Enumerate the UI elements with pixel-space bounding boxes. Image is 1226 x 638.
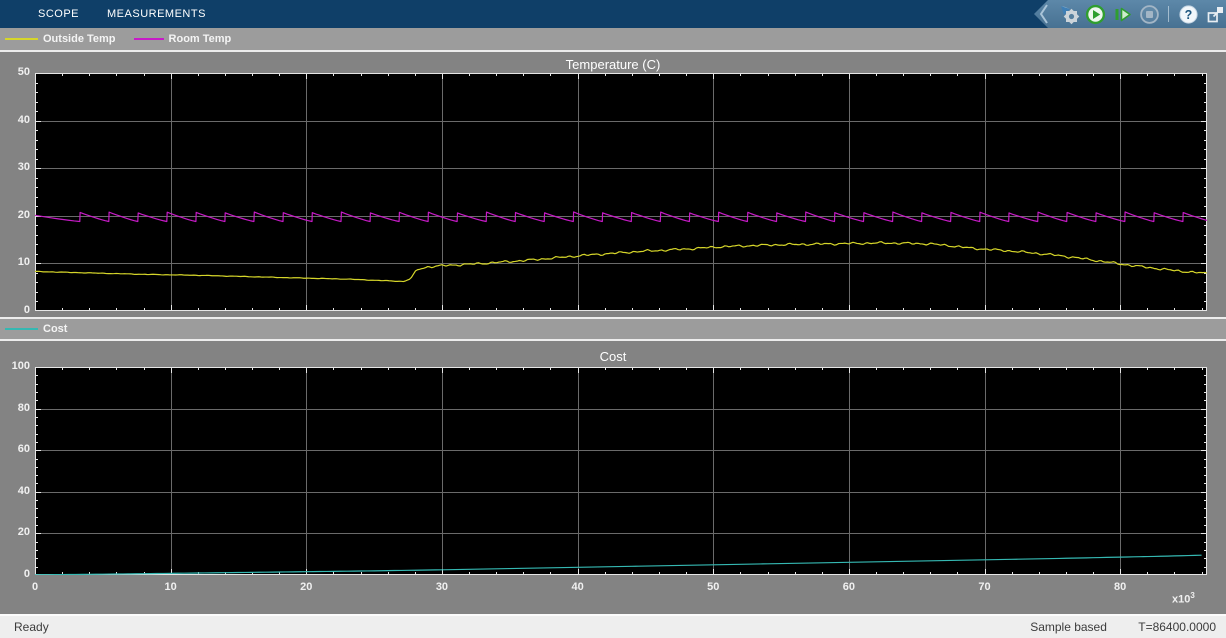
legend-line-room-temp [134, 38, 164, 40]
temperature-panel: Temperature (C) 01020304050 [0, 52, 1226, 317]
popout-button[interactable] [1204, 2, 1226, 26]
legend-line-outside-temp [5, 38, 38, 40]
legend-bar-cost: Cost [0, 317, 1226, 341]
y-tick-label: 50 [0, 66, 30, 78]
x-tick-label: 10 [151, 581, 191, 593]
help-icon: ? [1178, 4, 1199, 25]
x-tick-label: 80 [1100, 581, 1140, 593]
legend-cost[interactable]: Cost [5, 323, 67, 335]
legend-bar-temperature: Outside Temp Room Temp [0, 28, 1226, 52]
cost-plot-area[interactable] [35, 367, 1207, 575]
x-tick-label: 60 [829, 581, 869, 593]
y-tick-label: 10 [0, 256, 30, 268]
y-tick-label: 20 [0, 526, 30, 538]
gear-flag-icon [1058, 3, 1080, 25]
y-tick-label: 30 [0, 161, 30, 173]
y-tick-label: 40 [0, 114, 30, 126]
legend-label-outside-temp: Outside Temp [43, 33, 116, 45]
toolbar: SCOPE MEASUREMENTS [0, 0, 1226, 28]
toolbar-action-banner: ? [1030, 0, 1226, 28]
toolbar-separator [1168, 6, 1169, 22]
tab-scope[interactable]: SCOPE [24, 0, 93, 28]
popout-icon [1205, 4, 1226, 25]
legend-line-cost [5, 328, 38, 330]
run-button[interactable] [1085, 2, 1107, 26]
plot-bg [35, 367, 1207, 575]
x-tick-label: 70 [965, 581, 1005, 593]
run-icon [1085, 4, 1106, 25]
x-tick-label: 0 [15, 581, 55, 593]
scope-window: SCOPE MEASUREMENTS [0, 0, 1226, 638]
x-tick-label: 50 [693, 581, 733, 593]
legend-room-temp[interactable]: Room Temp [134, 33, 232, 45]
x-tick-label: 40 [558, 581, 598, 593]
sample-mode-label: Sample based [1030, 620, 1107, 634]
step-forward-icon [1112, 4, 1133, 25]
cost-plot-canvas[interactable]: 0 20 40 60 80 100 0 10 20 30 40 50 60 70 80 [0, 341, 1226, 614]
y-tick-label: 60 [0, 443, 30, 455]
y-tick-label: 20 [0, 209, 30, 221]
y-tick-label: 0 [0, 568, 30, 580]
help-button[interactable]: ? [1177, 2, 1199, 26]
status-text: Ready [14, 620, 49, 634]
temperature-plot-area[interactable] [35, 73, 1207, 311]
status-bar: Ready Sample based T=86400.0000 [0, 614, 1226, 638]
x-tick-label: 20 [286, 581, 326, 593]
x-tick-label: 30 [422, 581, 462, 593]
simulation-settings-button[interactable] [1058, 2, 1080, 26]
y-tick-label: 40 [0, 485, 30, 497]
step-forward-button[interactable] [1112, 2, 1134, 26]
stop-button[interactable] [1139, 2, 1161, 26]
cost-panel: Cost 02040608010001020304050607080 x103 [0, 341, 1226, 614]
tab-measurements[interactable]: MEASUREMENTS [93, 0, 220, 28]
stop-icon [1139, 4, 1160, 25]
y-tick-label: 100 [0, 360, 30, 372]
legend-outside-temp[interactable]: Outside Temp [5, 33, 116, 45]
svg-text:?: ? [1184, 8, 1192, 22]
simulation-time-label: T=86400.0000 [1138, 620, 1216, 634]
legend-label-cost: Cost [43, 323, 67, 335]
y-tick-label: 80 [0, 402, 30, 414]
legend-label-room-temp: Room Temp [169, 33, 232, 45]
chevron-left-icon [1037, 0, 1051, 28]
temperature-plot-canvas[interactable]: 0 10 20 30 40 50 [0, 52, 1226, 317]
x-axis-multiplier: x103 [1172, 591, 1195, 606]
status-right: Sample based T=86400.0000 [1002, 620, 1216, 634]
y-tick-label: 0 [0, 304, 30, 316]
